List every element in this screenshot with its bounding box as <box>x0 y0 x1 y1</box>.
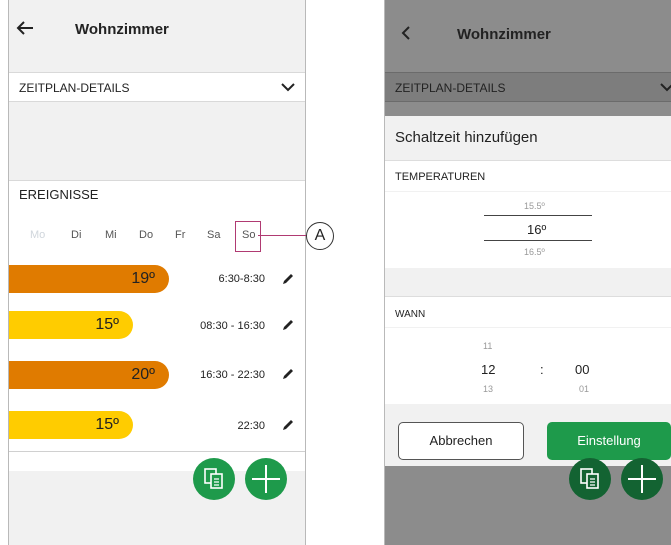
details-label: ZEITPLAN-DETAILS <box>19 81 130 95</box>
temperature-picker[interactable]: 15.5º 16º 16.5º <box>385 192 671 268</box>
event-time: 6:30-8:30 <box>218 273 265 285</box>
chevron-left-icon[interactable] <box>401 26 411 40</box>
callout-line <box>258 235 308 236</box>
details-label: ZEITPLAN-DETAILS <box>395 81 506 95</box>
event-temp-bar[interactable]: 15º <box>9 411 133 439</box>
schedule-details-dropdown[interactable]: ZEITPLAN-DETAILS <box>385 72 671 102</box>
dialog-title: Schaltzeit hinzufügen <box>395 129 538 146</box>
copy-document-icon <box>204 468 223 489</box>
time-separator: : <box>540 362 544 377</box>
picker-line <box>484 240 592 241</box>
temp-option[interactable]: 16.5º <box>524 247 545 257</box>
pencil-icon[interactable] <box>281 272 295 286</box>
events-label: EREIGNISSE <box>19 187 99 202</box>
chevron-down-icon <box>281 83 295 92</box>
event-temp: 15º <box>95 416 119 433</box>
pencil-icon[interactable] <box>281 418 295 432</box>
day-sa[interactable]: Sa <box>207 229 220 241</box>
chevron-down-icon <box>660 83 671 92</box>
callout-a: A <box>306 222 334 250</box>
picker-line <box>484 215 592 216</box>
day-so[interactable]: So <box>242 229 255 241</box>
add-switch-time-screen: Wohnzimmer ZEITPLAN-DETAILS Schaltzeit h… <box>384 0 671 545</box>
pencil-icon[interactable] <box>281 318 295 332</box>
day-mi[interactable]: Mi <box>105 229 117 241</box>
when-label: WANN <box>395 309 426 320</box>
temperatures-label: TEMPERATUREN <box>395 171 486 183</box>
divider <box>9 451 305 452</box>
back-arrow-icon[interactable] <box>15 20 35 36</box>
day-fr[interactable]: Fr <box>175 229 185 241</box>
event-temp-bar[interactable]: 15º <box>9 311 133 339</box>
day-do[interactable]: Do <box>139 229 153 241</box>
schedule-details-dropdown[interactable]: ZEITPLAN-DETAILS <box>9 72 305 102</box>
plus-icon <box>252 465 280 493</box>
event-temp-bar[interactable]: 20º <box>9 361 169 389</box>
hour-selected[interactable]: 12 <box>481 362 495 377</box>
page-title: Wohnzimmer <box>75 21 169 38</box>
copy-document-icon <box>580 468 599 489</box>
minute-selected[interactable]: 00 <box>575 362 589 377</box>
time-picker[interactable]: 11 12 : 00 13 01 <box>385 328 671 404</box>
temp-selected[interactable]: 16º <box>527 222 546 237</box>
plus-icon <box>628 465 656 493</box>
event-time: 16:30 - 22:30 <box>200 369 265 381</box>
events-section-header: EREIGNISSE <box>9 180 305 210</box>
add-event-button[interactable] <box>245 458 287 500</box>
event-time: 08:30 - 16:30 <box>200 320 265 332</box>
add-switch-time-dialog: Schaltzeit hinzufügen TEMPERATUREN 15.5º… <box>385 116 671 466</box>
when-header: WANN <box>385 296 671 327</box>
hour-option[interactable]: 11 <box>483 341 492 351</box>
temp-option[interactable]: 15.5º <box>524 201 545 211</box>
copy-schedule-button[interactable] <box>193 458 235 500</box>
event-temp-bar[interactable]: 19º <box>9 265 169 293</box>
confirm-button[interactable]: Einstellung <box>547 422 671 460</box>
pencil-icon[interactable] <box>281 367 295 381</box>
schedule-screen: Wohnzimmer ZEITPLAN-DETAILS EREIGNISSE M… <box>8 0 306 545</box>
copy-schedule-button <box>569 458 611 500</box>
event-time: 22:30 <box>237 420 265 432</box>
event-temp: 19º <box>131 270 155 287</box>
minute-option[interactable]: 01 <box>579 384 589 394</box>
hour-option[interactable]: 13 <box>483 384 493 394</box>
event-temp: 20º <box>131 366 155 383</box>
page-title: Wohnzimmer <box>457 26 551 43</box>
day-mo[interactable]: Mo <box>30 229 45 241</box>
day-di[interactable]: Di <box>71 229 81 241</box>
add-event-button <box>621 458 663 500</box>
event-temp: 15º <box>95 316 119 333</box>
temperatures-header: TEMPERATUREN <box>385 160 671 191</box>
cancel-button[interactable]: Abbrechen <box>398 422 524 460</box>
